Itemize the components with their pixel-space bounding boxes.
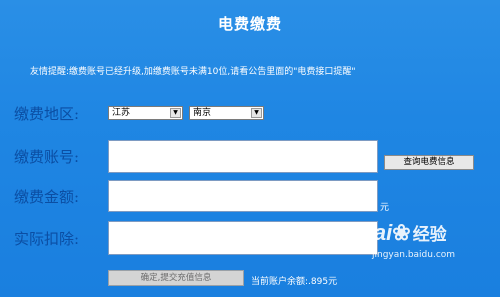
region-label: 缴费地区: (14, 105, 80, 123)
paw-icon: ❀ (392, 220, 411, 245)
submit-button[interactable]: 确定,提交充值信息 (108, 270, 244, 286)
query-button[interactable]: 查询电费信息 (384, 155, 474, 170)
amount-label: 缴费金额: (14, 188, 80, 206)
watermark-brand2: 经验 (412, 225, 447, 244)
city-select[interactable]: 南京 ▼ (189, 106, 264, 120)
amount-input[interactable] (108, 180, 378, 212)
deduction-label: 实际扣除: (14, 230, 80, 248)
watermark-url: jingyan.baidu.com (372, 250, 456, 260)
amount-unit: 元 (380, 203, 390, 213)
province-select[interactable]: 江苏 ▼ (108, 106, 183, 120)
chevron-down-icon: ▼ (170, 108, 181, 118)
watermark-brand: Bai (358, 220, 393, 245)
chevron-down-icon: ▼ (251, 108, 262, 118)
page-title: 电费缴费 (217, 15, 282, 33)
baidu-jingyan-watermark: Bai❀ 经验 jingyan.baidu.com (358, 220, 488, 270)
deduction-input (108, 221, 378, 255)
account-input[interactable] (108, 140, 378, 173)
province-value: 江苏 (112, 108, 131, 118)
city-value: 南京 (193, 108, 212, 118)
balance-text: 当前账户余额:.895元 (251, 277, 338, 287)
notice-text: 友情提醒:缴费账号已经升级,加缴费账号未满10位,请看公告里面的"电费接口提醒" (30, 67, 356, 77)
account-label: 缴费账号: (14, 148, 80, 166)
